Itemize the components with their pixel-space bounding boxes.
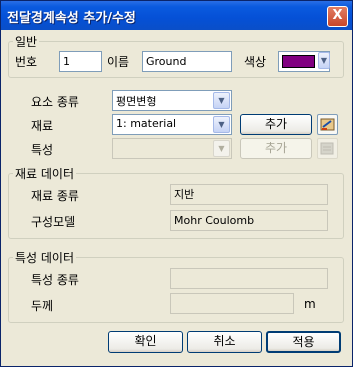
ok-button[interactable]: 확인	[108, 331, 183, 353]
material-type-label: 재료 종류	[31, 189, 79, 203]
color-label: 색상	[244, 55, 267, 69]
name-label: 이름	[107, 55, 130, 69]
material-model-label: 구성모델	[31, 215, 76, 229]
number-input[interactable]: 1	[59, 51, 102, 72]
property-edit-icon	[320, 142, 334, 155]
apply-button[interactable]: 적용	[266, 331, 341, 353]
material-edit-button[interactable]	[317, 114, 338, 135]
color-dropdown-arrow[interactable]: ▼	[317, 51, 330, 72]
close-button[interactable]: X	[327, 6, 348, 27]
material-value: 1: material	[116, 117, 177, 130]
number-label: 번호	[15, 55, 38, 69]
element-type-select[interactable]: 평면변형 ▼	[112, 90, 232, 111]
property-add-button[interactable]: 추가	[240, 138, 312, 159]
window-title: 전달경계속성 추가/수정	[7, 11, 136, 26]
property-label: 특성	[31, 143, 54, 157]
cancel-button[interactable]: 취소	[187, 331, 262, 353]
chevron-down-icon: ▼	[213, 140, 230, 157]
property-edit-button[interactable]	[317, 138, 338, 159]
thickness-label: 두께	[31, 299, 54, 313]
property-data-legend: 특성 데이터	[13, 249, 77, 266]
color-picker[interactable]: ▼	[278, 51, 330, 72]
chevron-down-icon: ▼	[213, 116, 230, 133]
dialog-window: 전달경계속성 추가/수정 X 일반 번호 1 이름 Ground 색상 ▼ 요소…	[0, 0, 353, 367]
material-label: 재료	[31, 119, 54, 133]
material-edit-icon	[320, 118, 335, 131]
title-bar[interactable]: 전달경계속성 추가/수정 X	[1, 1, 352, 30]
element-type-label: 요소 종류	[31, 95, 79, 109]
material-type-field: 지반	[170, 184, 328, 205]
material-model-field: Mohr Coulomb	[170, 210, 328, 231]
color-swatch	[282, 55, 315, 68]
material-select[interactable]: 1: material ▼	[112, 114, 232, 135]
chevron-down-icon: ▼	[213, 92, 230, 109]
chevron-down-icon: ▼	[318, 52, 330, 69]
material-add-button[interactable]: 추가	[240, 114, 312, 135]
thickness-unit: m	[304, 297, 316, 311]
thickness-field	[170, 293, 294, 314]
name-input[interactable]: Ground	[142, 51, 232, 72]
material-data-legend: 재료 데이터	[13, 165, 77, 182]
property-select[interactable]: ▼	[112, 138, 232, 159]
property-type-label: 특성 종류	[31, 273, 79, 287]
property-type-field	[170, 268, 328, 289]
general-legend: 일반	[13, 33, 40, 50]
element-type-value: 평면변형	[116, 95, 157, 108]
